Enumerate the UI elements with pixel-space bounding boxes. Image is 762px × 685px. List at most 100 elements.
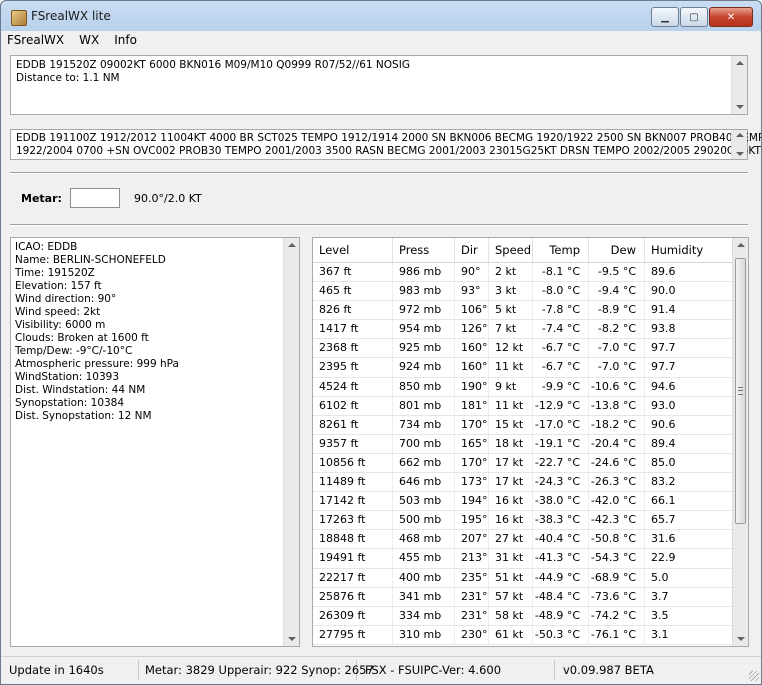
column-header-level[interactable]: Level [313,238,393,262]
cell-temp: -48.9 °C [533,606,589,625]
cell-speed: 16 kt [489,511,533,530]
table-row[interactable]: 9357 ft 700 mb 165° 18 kt -19.1 °C -20.4 °C 89… [313,434,733,454]
table-scrollbar[interactable] [732,238,748,646]
column-header-humidity[interactable]: Humidity [645,238,733,262]
table-row[interactable]: 18848 ft 468 mb 207° 27 kt -40.4 °C -50.8 °C 3… [313,530,733,550]
cell-level: 6102 ft [313,396,393,415]
cell-speed: 3 kt [489,282,533,301]
app-icon[interactable] [11,10,27,26]
table-row[interactable]: 2395 ft 924 mb 160° 11 kt -6.7 °C -7.0 °C 97.7 [313,358,733,378]
table-row[interactable]: 10856 ft 662 mb 170° 17 kt -22.7 °C -24.6 °C 8… [313,453,733,474]
metar-icao-input[interactable] [70,188,120,208]
scroll-down-icon[interactable] [737,637,745,641]
cell-speed: 11 kt [489,358,533,377]
station-info-line: Time: 191520Z [15,267,95,279]
cell-dew: -18.2 °C [589,415,645,434]
cell-temp: -7.8 °C [533,301,589,320]
station-info-line: Visibility: 6000 m [15,319,106,331]
info-scrollbar[interactable] [283,238,299,646]
table-row[interactable]: 826 ft 972 mb 106° 5 kt -7.8 °C -8.9 °C 91.4 [313,301,733,321]
distance-line: Distance to: 1.1 NM [16,72,120,84]
cell-press: 646 mb [393,473,455,492]
table-row[interactable]: 19491 ft 455 mb 213° 31 kt -41.3 °C -54.3 °C 2… [313,549,733,569]
cell-dir: 160° [455,339,489,358]
table-row[interactable]: 17263 ft 500 mb 195° 16 kt -38.3 °C -42.3 °C 6… [313,511,733,531]
scroll-up-icon[interactable] [737,243,745,247]
column-header-dew[interactable]: Dew [589,238,645,262]
cell-humidity: 3.5 [645,606,733,625]
table-row[interactable]: 465 ft 983 mb 93° 3 kt -8.0 °C -9.4 °C 90.0 [313,282,733,302]
cell-press: 924 mb [393,358,455,377]
cell-dew: -9.5 °C [589,263,645,282]
table-row[interactable]: 6102 ft 801 mb 181° 11 kt -12.9 °C -13.8 °C 93… [313,396,733,416]
scroll-thumb[interactable] [735,258,746,524]
scroll-up-icon[interactable] [736,133,744,137]
cell-humidity: 65.7 [645,511,733,530]
station-info-line: Atmospheric pressure: 999 hPa [15,358,179,370]
table-row[interactable]: 27795 ft 310 mb 230° 61 kt -50.3 °C -76.1 °C 3… [313,625,733,645]
scroll-down-icon[interactable] [736,105,744,109]
divider [10,224,748,226]
cell-temp: -9.9 °C [533,377,589,396]
cell-level: 17142 ft [313,492,393,511]
column-header-dir[interactable]: Dir [455,238,489,262]
table-row[interactable]: 17142 ft 503 mb 194° 16 kt -38.0 °C -42.0 °C 6… [313,492,733,512]
cell-dir: 230° [455,625,489,644]
column-header-press[interactable]: Press [393,238,455,262]
cell-speed: 15 kt [489,415,533,434]
menu-wx[interactable]: WX [73,33,108,47]
taf-line: 1922/2004 0700 +SN OVC002 PROB30 TEMPO 2… [16,145,761,157]
cell-press: 500 mb [393,511,455,530]
main-content: EDDB 191520Z 09002KT 6000 BKN016 M09/M10… [1,49,761,656]
table-row[interactable]: 367 ft 986 mb 90° 2 kt -8.1 °C -9.5 °C 89.6 [313,263,733,283]
table-row[interactable]: 25876 ft 341 mb 231° 57 kt -48.4 °C -73.6 °C 3… [313,587,733,607]
menu-info[interactable]: Info [108,33,146,47]
cell-dew: -13.8 °C [589,396,645,415]
cell-speed: 12 kt [489,339,533,358]
caption-buttons: ▁ ▢ ✕ [650,7,753,27]
cell-speed: 18 kt [489,434,533,453]
table-row[interactable]: 4524 ft 850 mb 190° 9 kt -9.9 °C -10.6 °C 94.6 [313,377,733,397]
cell-humidity: 93.8 [645,320,733,339]
column-header-speed[interactable]: Speed [489,238,533,262]
resize-grip-icon[interactable] [749,671,759,681]
upper-air-table[interactable]: Level Press Dir Speed Temp Dew Humidity … [312,237,749,647]
cell-dir: 195° [455,511,489,530]
menu-bar: FSrealWX WX Info [1,31,761,49]
cell-dir: 235° [455,568,489,587]
table-row[interactable]: 1417 ft 954 mb 126° 7 kt -7.4 °C -8.2 °C 93.8 [313,320,733,340]
station-info-box[interactable]: ICAO: EDDB Name: BERLIN-SCHONEFELD Time: 1… [10,237,300,647]
cell-humidity: 31.6 [645,530,733,549]
station-info-line: Wind direction: 90° [15,293,117,305]
cell-temp: -50.3 °C [533,625,589,644]
title-bar[interactable]: FSrealWX lite ▁ ▢ ✕ [1,1,761,31]
menu-fsrealwx[interactable]: FSrealWX [1,33,73,47]
table-row[interactable]: 22217 ft 400 mb 235° 51 kt -44.9 °C -68.9 °C 5… [313,568,733,588]
cell-press: 850 mb [393,377,455,396]
scroll-down-icon[interactable] [736,152,744,156]
cell-level: 10856 ft [313,453,393,473]
taf-textbox[interactable]: EDDB 191100Z 1912/2012 11004KT 4000 BR S… [10,129,761,160]
cell-dew: -74.2 °C [589,606,645,625]
cell-temp: -19.1 °C [533,434,589,453]
scroll-up-icon[interactable] [288,243,296,247]
column-header-temp[interactable]: Temp [533,238,589,262]
cell-humidity: 97.7 [645,358,733,377]
table-row[interactable]: 2368 ft 925 mb 160° 12 kt -6.7 °C -7.0 °C 97.7 [313,339,733,359]
taf-scrollbar[interactable] [731,130,747,159]
cell-humidity: 3.7 [645,587,733,606]
metar-scrollbar[interactable] [731,56,747,114]
minimize-button[interactable]: ▁ [651,7,679,27]
table-row[interactable]: 26309 ft 334 mb 231° 58 kt -48.9 °C -74.2 °C 3… [313,606,733,626]
maximize-button[interactable]: ▢ [680,7,708,27]
cell-speed: 7 kt [489,320,533,339]
metar-textbox[interactable]: EDDB 191520Z 09002KT 6000 BKN016 M09/M10… [10,55,748,115]
scroll-up-icon[interactable] [736,61,744,65]
cell-level: 11489 ft [313,473,393,492]
grip-icon [738,387,743,395]
close-button[interactable]: ✕ [709,7,753,27]
scroll-down-icon[interactable] [288,637,296,641]
table-row[interactable]: 11489 ft 646 mb 173° 17 kt -24.3 °C -26.3 °C 8… [313,473,733,493]
cell-humidity: 89.6 [645,263,733,282]
table-row[interactable]: 8261 ft 734 mb 170° 15 kt -17.0 °C -18.2 °C 90… [313,415,733,435]
